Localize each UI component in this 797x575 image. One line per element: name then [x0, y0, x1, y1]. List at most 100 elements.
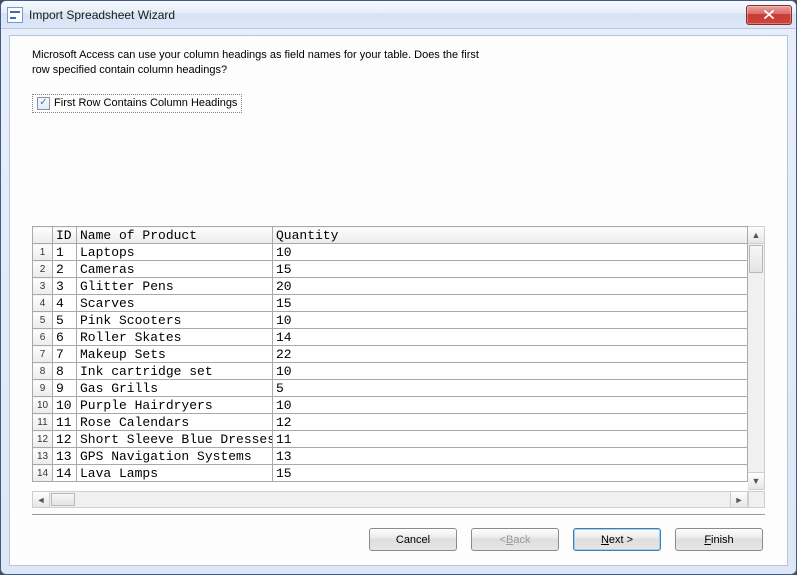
- table-row[interactable]: 55Pink Scooters10: [33, 312, 748, 329]
- row-number: 10: [33, 397, 53, 414]
- cell-qty: 10: [273, 397, 748, 414]
- cell-name: Laptops: [77, 244, 273, 261]
- row-number: 9: [33, 380, 53, 397]
- client-area: Microsoft Access can use your column hea…: [9, 35, 788, 566]
- cell-name: GPS Navigation Systems: [77, 448, 273, 465]
- cell-name: Short Sleeve Blue Dresses: [77, 431, 273, 448]
- cell-id: 3: [53, 278, 77, 295]
- row-number: 13: [33, 448, 53, 465]
- table-row[interactable]: 44Scarves15: [33, 295, 748, 312]
- instruction-text: Microsoft Access can use your column hea…: [32, 48, 765, 78]
- cell-id: 2: [53, 261, 77, 278]
- first-row-headings-checkbox[interactable]: ✓ First Row Contains Column Headings: [32, 94, 242, 113]
- table-row[interactable]: 1313GPS Navigation Systems13: [33, 448, 748, 465]
- cell-qty: 12: [273, 414, 748, 431]
- cell-id: 8: [53, 363, 77, 380]
- data-preview: ID Name of Product Quantity 11Laptops102…: [32, 226, 765, 490]
- scroll-up-button[interactable]: ▲: [748, 227, 764, 244]
- cell-name: Gas Grills: [77, 380, 273, 397]
- close-icon: [764, 10, 774, 19]
- row-number: 1: [33, 244, 53, 261]
- next-button[interactable]: Next >: [573, 528, 661, 551]
- wizard-window: Import Spreadsheet Wizard Microsoft Acce…: [0, 0, 797, 575]
- cancel-button[interactable]: Cancel: [369, 528, 457, 551]
- scroll-thumb-vertical[interactable]: [749, 245, 763, 273]
- row-number: 12: [33, 431, 53, 448]
- row-number: 6: [33, 329, 53, 346]
- scroll-thumb-horizontal[interactable]: [51, 493, 75, 506]
- cell-qty: 14: [273, 329, 748, 346]
- cell-name: Glitter Pens: [77, 278, 273, 295]
- table-row[interactable]: 1111Rose Calendars12: [33, 414, 748, 431]
- row-number: 3: [33, 278, 53, 295]
- cell-qty: 22: [273, 346, 748, 363]
- row-number: 7: [33, 346, 53, 363]
- cell-name: Lava Lamps: [77, 465, 273, 482]
- instruction-line2: row specified contain column headings?: [32, 64, 227, 76]
- button-separator: [32, 514, 765, 516]
- row-number: 11: [33, 414, 53, 431]
- cell-id: 4: [53, 295, 77, 312]
- cell-name: Ink cartridge set: [77, 363, 273, 380]
- finish-button[interactable]: Finish: [675, 528, 763, 551]
- row-number: 5: [33, 312, 53, 329]
- table-row[interactable]: 22Cameras15: [33, 261, 748, 278]
- cell-id: 14: [53, 465, 77, 482]
- header-row: ID Name of Product Quantity: [33, 227, 748, 244]
- cell-qty: 15: [273, 465, 748, 482]
- table-row[interactable]: 1010Purple Hairdryers10: [33, 397, 748, 414]
- cell-qty: 15: [273, 261, 748, 278]
- cell-id: 1: [53, 244, 77, 261]
- table-row[interactable]: 66Roller Skates14: [33, 329, 748, 346]
- scroll-corner: [748, 491, 765, 508]
- cell-id: 10: [53, 397, 77, 414]
- scroll-left-button[interactable]: ◄: [33, 492, 50, 507]
- col-header-id[interactable]: ID: [53, 227, 77, 244]
- table-row[interactable]: 77Makeup Sets22: [33, 346, 748, 363]
- table-row[interactable]: 11Laptops10: [33, 244, 748, 261]
- checkbox-box: ✓: [37, 97, 50, 110]
- back-button[interactable]: < Back: [471, 528, 559, 551]
- titlebar: Import Spreadsheet Wizard: [1, 1, 796, 29]
- table-row[interactable]: 1212Short Sleeve Blue Dresses11: [33, 431, 748, 448]
- vertical-scrollbar[interactable]: ▲ ▼: [748, 226, 765, 490]
- cell-name: Pink Scooters: [77, 312, 273, 329]
- row-number: 8: [33, 363, 53, 380]
- cell-id: 13: [53, 448, 77, 465]
- wizard-buttons: Cancel < Back Next > Finish: [369, 528, 763, 551]
- cell-qty: 5: [273, 380, 748, 397]
- cell-name: Purple Hairdryers: [77, 397, 273, 414]
- scroll-right-button[interactable]: ►: [730, 492, 747, 507]
- preview-table: ID Name of Product Quantity 11Laptops102…: [32, 226, 748, 482]
- cell-qty: 10: [273, 312, 748, 329]
- col-header-name[interactable]: Name of Product: [77, 227, 273, 244]
- table-row[interactable]: 1414Lava Lamps15: [33, 465, 748, 482]
- cell-name: Rose Calendars: [77, 414, 273, 431]
- rownum-header: [33, 227, 53, 244]
- cell-id: 6: [53, 329, 77, 346]
- cell-qty: 10: [273, 363, 748, 380]
- close-button[interactable]: [746, 5, 792, 25]
- cell-id: 11: [53, 414, 77, 431]
- instruction-line1: Microsoft Access can use your column hea…: [32, 49, 479, 61]
- cell-id: 7: [53, 346, 77, 363]
- col-header-qty[interactable]: Quantity: [273, 227, 748, 244]
- checkbox-label: First Row Contains Column Headings: [54, 97, 237, 109]
- cell-name: Makeup Sets: [77, 346, 273, 363]
- cell-name: Roller Skates: [77, 329, 273, 346]
- cell-qty: 20: [273, 278, 748, 295]
- table-row[interactable]: 88Ink cartridge set10: [33, 363, 748, 380]
- app-icon: [7, 7, 23, 23]
- cell-name: Cameras: [77, 261, 273, 278]
- cell-id: 12: [53, 431, 77, 448]
- cell-id: 5: [53, 312, 77, 329]
- cell-qty: 10: [273, 244, 748, 261]
- table-row[interactable]: 99Gas Grills5: [33, 380, 748, 397]
- cell-id: 9: [53, 380, 77, 397]
- table-row[interactable]: 33Glitter Pens20: [33, 278, 748, 295]
- scroll-down-button[interactable]: ▼: [748, 472, 764, 489]
- cell-qty: 13: [273, 448, 748, 465]
- cell-name: Scarves: [77, 295, 273, 312]
- horizontal-scrollbar[interactable]: ◄ ►: [32, 491, 748, 508]
- cell-qty: 15: [273, 295, 748, 312]
